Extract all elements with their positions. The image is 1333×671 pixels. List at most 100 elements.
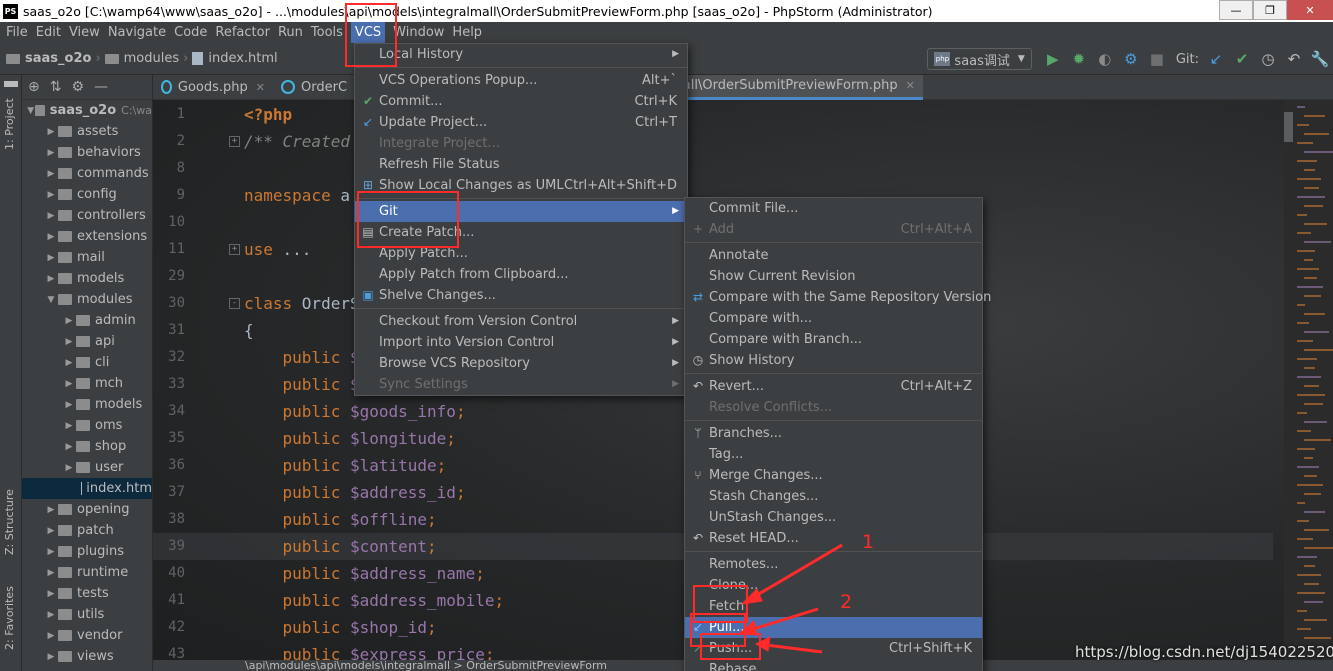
menu-code[interactable]: Code <box>170 22 211 43</box>
menu-item-checkout-from-version-control[interactable]: Checkout from Version Control ▶ <box>355 311 687 332</box>
collapsed-arrow-icon[interactable]: ▶ <box>62 316 76 326</box>
tree-folder[interactable]: ▶ vendor <box>22 625 152 646</box>
tree-folder[interactable]: ▶ views <box>22 646 152 667</box>
collapsed-arrow-icon[interactable]: ▶ <box>44 127 58 137</box>
collapsed-arrow-icon[interactable]: ▶ <box>62 421 76 431</box>
tree-folder[interactable]: ▶ config <box>22 184 152 205</box>
close-tab-icon[interactable]: ✕ <box>906 79 915 92</box>
menu-item-commit-file[interactable]: Commit File... <box>685 198 982 219</box>
collapsed-arrow-icon[interactable]: ▶ <box>44 631 58 641</box>
tree-folder[interactable]: ▶ extensions <box>22 226 152 247</box>
run-configuration-select[interactable]: php saas调试 ▼ <box>927 48 1032 70</box>
tree-folder[interactable]: ▶ api <box>22 331 152 352</box>
breadcrumb-folder[interactable]: modules <box>124 51 180 66</box>
tree-file[interactable]: index.htm <box>22 478 152 499</box>
menu-item-local-history[interactable]: Local History ▶ <box>355 44 687 65</box>
fold-marker-icon[interactable]: - <box>229 298 240 309</box>
menu-item-update-project[interactable]: ↙ Update Project... Ctrl+T <box>355 112 687 133</box>
collapsed-arrow-icon[interactable]: ▶ <box>62 337 76 347</box>
collapsed-arrow-icon[interactable]: ▶ <box>44 253 58 263</box>
collapse-all-icon[interactable]: ⇅ <box>50 79 62 95</box>
structure-tool-tab[interactable]: Z: Structure <box>3 489 16 555</box>
tree-folder[interactable]: ▶ controllers <box>22 205 152 226</box>
collapsed-arrow-icon[interactable]: ▶ <box>62 358 76 368</box>
menu-item-revert[interactable]: ↶ Revert... Ctrl+Alt+Z <box>685 376 982 397</box>
breadcrumb-file[interactable]: index.html <box>208 51 277 66</box>
debug-icon[interactable]: ✹ <box>1066 50 1092 68</box>
fold-marker-icon[interactable]: + <box>229 244 240 255</box>
collapsed-arrow-icon[interactable]: ▶ <box>44 190 58 200</box>
menu-item-stash-changes[interactable]: Stash Changes... <box>685 486 982 507</box>
menu-item-branches[interactable]: ᛘ Branches... <box>685 423 982 444</box>
collapsed-arrow-icon[interactable]: ▶ <box>44 274 58 284</box>
menu-refactor[interactable]: Refactor <box>211 22 274 43</box>
collapsed-arrow-icon[interactable]: ▶ <box>44 547 58 557</box>
menu-item-rebase[interactable]: Rebase... <box>685 659 982 671</box>
code-minimap[interactable] <box>1293 100 1333 660</box>
menu-view[interactable]: View <box>65 22 104 43</box>
menu-item-compare-with-the-same-repository-version[interactable]: ⇄ Compare with the Same Repository Versio… <box>685 287 991 308</box>
coverage-icon[interactable]: ◐ <box>1092 50 1118 68</box>
collapsed-arrow-icon[interactable]: ▶ <box>44 211 58 221</box>
git-commit-icon[interactable]: ✔ <box>1229 50 1255 68</box>
tree-folder[interactable]: ▶ runtime <box>22 562 152 583</box>
menu-navigate[interactable]: Navigate <box>104 22 170 43</box>
tree-folder[interactable]: ▶ commands <box>22 163 152 184</box>
close-tab-icon[interactable]: ✕ <box>256 81 265 94</box>
profile-icon[interactable]: ⚙ <box>1118 50 1144 68</box>
git-update-icon[interactable]: ↙ <box>1203 50 1229 68</box>
menu-item-unstash-changes[interactable]: UnStash Changes... <box>685 507 982 528</box>
menu-help[interactable]: Help <box>448 22 486 43</box>
menu-item-commit[interactable]: ✔ Commit... Ctrl+K <box>355 91 687 112</box>
tree-folder[interactable]: ▶ cli <box>22 352 152 373</box>
collapsed-arrow-icon[interactable]: ▶ <box>62 400 76 410</box>
menu-item-annotate[interactable]: Annotate <box>685 245 982 266</box>
tree-folder[interactable]: ▶ mch <box>22 373 152 394</box>
run-icon[interactable]: ▶ <box>1040 50 1066 68</box>
hide-panel-icon[interactable]: — <box>94 79 108 95</box>
breadcrumb-project[interactable]: saas_o2o <box>25 51 91 66</box>
editor-scrollbar[interactable] <box>1284 100 1293 660</box>
tree-folder[interactable]: ▶ behaviors <box>22 142 152 163</box>
collapsed-arrow-icon[interactable]: ▶ <box>44 589 58 599</box>
collapsed-arrow-icon[interactable]: ▶ <box>44 169 58 179</box>
tree-folder[interactable]: ▼ modules <box>22 289 152 310</box>
menu-item-browse-vcs-repository[interactable]: Browse VCS Repository ▶ <box>355 353 687 374</box>
menu-window[interactable]: Window <box>389 22 448 43</box>
menu-run[interactable]: Run <box>274 22 307 43</box>
tree-folder[interactable]: ▶ shop <box>22 436 152 457</box>
collapsed-arrow-icon[interactable]: ▶ <box>62 463 76 473</box>
git-history-icon[interactable]: ◷ <box>1255 50 1281 68</box>
menu-item-merge-changes[interactable]: ⑂ Merge Changes... <box>685 465 982 486</box>
collapsed-arrow-icon[interactable]: ▶ <box>44 232 58 242</box>
menu-item-compare-with[interactable]: Compare with... <box>685 308 982 329</box>
tree-folder[interactable]: ▶ plugins <box>22 541 152 562</box>
menu-edit[interactable]: Edit <box>32 22 65 43</box>
menu-item-compare-with-branch[interactable]: Compare with Branch... <box>685 329 982 350</box>
git-rollback-icon[interactable]: ↶ <box>1281 50 1307 68</box>
collapsed-arrow-icon[interactable]: ▶ <box>44 526 58 536</box>
tree-folder[interactable]: ▶ assets <box>22 121 152 142</box>
tree-folder[interactable]: ▶ opening <box>22 499 152 520</box>
menu-file[interactable]: File <box>0 22 32 43</box>
tree-folder[interactable]: ▶ models <box>22 394 152 415</box>
collapsed-arrow-icon[interactable]: ▶ <box>44 148 58 158</box>
settings-icon[interactable]: 🔧 <box>1307 50 1333 68</box>
expanded-arrow-icon[interactable]: ▼ <box>44 295 58 305</box>
fold-marker-icon[interactable]: + <box>229 136 240 147</box>
favorites-tool-tab[interactable]: 2: Favorites <box>3 586 16 650</box>
menu-item-refresh-file-status[interactable]: Refresh File Status <box>355 154 687 175</box>
collapsed-arrow-icon[interactable]: ▶ <box>62 379 76 389</box>
menu-item-reset-head[interactable]: ↶ Reset HEAD... <box>685 528 982 549</box>
menu-item-import-into-version-control[interactable]: Import into Version Control ▶ <box>355 332 687 353</box>
editor-tab[interactable]: Goods.php ✕ <box>153 75 273 100</box>
menu-item-remotes[interactable]: Remotes... <box>685 554 982 575</box>
collapsed-arrow-icon[interactable]: ▶ <box>44 568 58 578</box>
scrollbar-thumb[interactable] <box>1284 112 1293 142</box>
collapsed-arrow-icon[interactable]: ▶ <box>44 610 58 620</box>
tree-folder[interactable]: ▶ models <box>22 268 152 289</box>
menu-tools[interactable]: Tools <box>307 22 347 43</box>
tree-folder[interactable]: ▶ utils <box>22 604 152 625</box>
project-tool-tab[interactable]: 1: Project <box>3 98 16 150</box>
menu-item-tag[interactable]: Tag... <box>685 444 982 465</box>
